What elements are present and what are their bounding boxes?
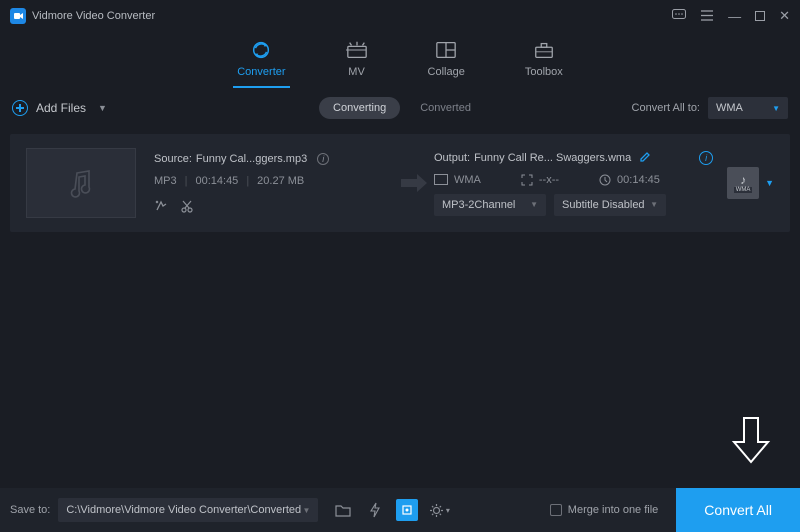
output-format: WMA: [454, 174, 481, 186]
source-duration: 00:14:45: [195, 175, 238, 187]
tab-mv[interactable]: MV: [346, 40, 368, 88]
tab-converter[interactable]: Converter: [237, 40, 285, 88]
audio-codec-value: MP3-2Channel: [442, 199, 515, 211]
arrow-icon: [394, 172, 434, 194]
convert-all-to: Convert All to: WMA ▼: [632, 97, 788, 119]
title-bar: Vidmore Video Converter — ✕: [0, 0, 800, 32]
output-resolution: --x--: [539, 174, 559, 186]
source-prefix: Source:: [154, 153, 192, 165]
convert-all-format-value: WMA: [716, 102, 743, 114]
tab-toolbox[interactable]: Toolbox: [525, 40, 563, 88]
output-thumb-format: WMA: [734, 187, 753, 193]
subtitle-value: Subtitle Disabled: [562, 199, 645, 211]
source-size: 20.27 MB: [257, 175, 304, 187]
clock-icon: [599, 174, 611, 186]
subtitle-select[interactable]: Subtitle Disabled ▼: [554, 194, 666, 216]
plus-icon: [12, 100, 28, 116]
chevron-down-icon: ▼: [302, 506, 310, 515]
tab-collage-label: Collage: [428, 66, 465, 78]
save-to-label: Save to:: [10, 504, 50, 516]
close-button[interactable]: ✕: [779, 8, 790, 24]
app-title: Vidmore Video Converter: [32, 10, 155, 22]
info-icon[interactable]: i: [317, 153, 329, 165]
tab-toolbox-label: Toolbox: [525, 66, 563, 78]
audio-codec-select[interactable]: MP3-2Channel ▼: [434, 194, 546, 216]
merge-checkbox[interactable]: [550, 504, 562, 516]
output-prefix: Output:: [434, 152, 470, 164]
open-folder-icon[interactable]: [332, 499, 354, 521]
save-path-value: C:\Vidmore\Vidmore Video Converter\Conve…: [66, 504, 301, 516]
window-controls: — ✕: [672, 8, 790, 24]
bottom-bar: Save to: C:\Vidmore\Vidmore Video Conver…: [0, 488, 800, 532]
resolution-icon: [521, 174, 533, 186]
convert-all-button[interactable]: Convert All: [676, 488, 800, 532]
menu-icon[interactable]: [700, 9, 714, 24]
status-tabs: Converting Converted: [319, 97, 481, 119]
minimize-button[interactable]: —: [728, 9, 741, 24]
convert-all-to-label: Convert All to:: [632, 102, 700, 114]
gpu-on-icon[interactable]: [396, 499, 418, 521]
add-files-label: Add Files: [36, 101, 86, 115]
chevron-down-icon: ▾: [446, 506, 450, 515]
output-thumb: ♪ WMA: [727, 167, 759, 199]
app-logo-icon: [10, 8, 26, 24]
chevron-down-icon: ▼: [772, 104, 780, 113]
bottom-toolbar: ▾: [332, 499, 450, 521]
maximize-button[interactable]: [755, 9, 765, 24]
output-format-picker[interactable]: ♪ WMA ▼: [727, 167, 774, 199]
settings-icon[interactable]: ▾: [428, 499, 450, 521]
chevron-down-icon: ▼: [98, 103, 107, 113]
bolt-off-icon[interactable]: [364, 499, 386, 521]
converter-icon: [250, 40, 272, 60]
sub-bar: Add Files ▼ Converting Converted Convert…: [0, 88, 800, 128]
convert-all-format-select[interactable]: WMA ▼: [708, 97, 788, 119]
mv-icon: [346, 40, 368, 60]
effects-icon[interactable]: [154, 199, 168, 213]
edit-icon[interactable]: [639, 151, 651, 166]
toolbox-icon: [533, 40, 555, 60]
cut-icon[interactable]: [180, 199, 194, 213]
convert-all-button-label: Convert All: [704, 502, 772, 518]
save-path-select[interactable]: C:\Vidmore\Vidmore Video Converter\Conve…: [58, 498, 318, 522]
file-item: Source: Funny Cal...ggers.mp3 i MP3 | 00…: [10, 134, 790, 232]
input-thumbnail[interactable]: [26, 148, 136, 218]
tab-mv-label: MV: [348, 66, 365, 78]
info-icon[interactable]: i: [699, 151, 713, 165]
add-files-button[interactable]: Add Files ▼: [12, 100, 107, 116]
merge-label: Merge into one file: [568, 504, 659, 516]
chevron-down-icon: ▼: [650, 200, 658, 209]
output-duration: 00:14:45: [617, 174, 660, 186]
video-icon: [434, 174, 448, 185]
chevron-down-icon: ▼: [530, 200, 538, 209]
tab-collage[interactable]: Collage: [428, 40, 465, 88]
music-note-icon: ♪: [740, 174, 746, 186]
tab-converted[interactable]: Converted: [410, 97, 481, 119]
source-filename: Funny Cal...ggers.mp3: [196, 153, 307, 165]
feedback-icon[interactable]: [672, 9, 686, 24]
tab-converting[interactable]: Converting: [319, 97, 400, 119]
source-format: MP3: [154, 175, 177, 187]
main-tabs: Converter MV Collage Toolbox: [0, 32, 800, 88]
tab-converter-label: Converter: [237, 66, 285, 78]
source-info: Source: Funny Cal...ggers.mp3 i MP3 | 00…: [154, 153, 394, 213]
music-note-icon: [65, 167, 97, 199]
merge-option[interactable]: Merge into one file: [550, 504, 669, 516]
annotation-arrow-icon: [730, 416, 772, 464]
output-info: Output: Funny Call Re... Swaggers.wma i …: [434, 151, 713, 216]
output-filename: Funny Call Re... Swaggers.wma: [474, 152, 631, 164]
collage-icon: [435, 40, 457, 60]
chevron-down-icon: ▼: [765, 178, 774, 188]
